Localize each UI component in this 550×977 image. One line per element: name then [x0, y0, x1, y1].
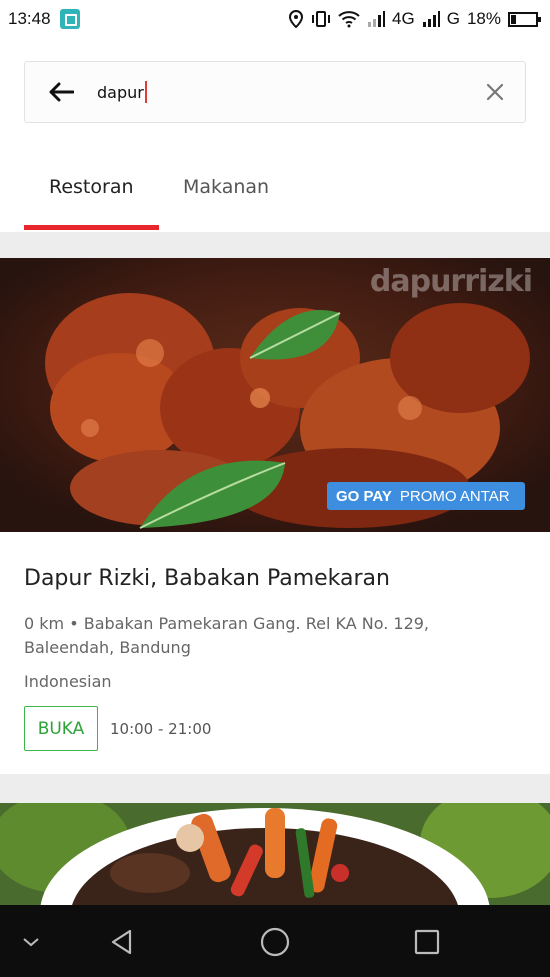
open-status-badge: BUKA	[24, 706, 98, 751]
vibrate-icon	[311, 10, 331, 28]
status-time: 13:48	[8, 9, 51, 28]
opening-hours: 10:00 - 21:00	[110, 720, 212, 738]
status-indicators: 4G G 18%	[288, 9, 542, 29]
signal-icon	[367, 10, 386, 28]
clear-icon[interactable]	[485, 82, 505, 102]
tab-restoran[interactable]: Restoran	[49, 176, 134, 198]
system-nav-bar	[0, 905, 550, 977]
nav-recents-icon[interactable]	[412, 927, 442, 957]
restaurant-card-next[interactable]	[0, 803, 550, 905]
search-query: dapur	[97, 82, 144, 102]
back-arrow-icon[interactable]	[47, 81, 75, 103]
result-tabs: Restoran Makanan	[0, 146, 550, 232]
search-header: dapur	[0, 38, 550, 146]
text-caret	[144, 81, 147, 103]
restaurant-info: Dapur Rizki, Babakan Pamekaran 0 km • Ba…	[0, 532, 550, 774]
location-icon	[288, 10, 304, 28]
network-type-2: G	[446, 9, 460, 28]
tab-makanan[interactable]: Makanan	[183, 176, 269, 198]
wifi-icon	[338, 10, 360, 28]
search-input[interactable]: dapur	[97, 81, 147, 103]
signal-icon	[422, 10, 440, 28]
nav-back-icon[interactable]	[107, 927, 137, 957]
restaurant-card[interactable]: dapurrizki GO PAY PROMO ANTAR Dapur Rizk…	[0, 258, 550, 774]
restaurant-address: 0 km • Babakan Pamekaran Gang. Rel KA No…	[24, 614, 430, 657]
search-box[interactable]: dapur	[24, 61, 526, 123]
screenshot-icon	[59, 9, 80, 29]
network-type-1: 4G	[392, 9, 415, 28]
active-tab-indicator	[24, 225, 159, 230]
nav-collapse-icon[interactable]	[16, 927, 46, 957]
nav-home-icon[interactable]	[260, 927, 290, 957]
gopay-logo: GO PAY	[336, 487, 392, 505]
restaurant-cuisine: Indonesian	[24, 672, 112, 691]
battery-percent: 18%	[466, 9, 501, 28]
restaurant-photo-next	[0, 803, 550, 905]
restaurant-name[interactable]: Dapur Rizki, Babakan Pamekaran	[24, 566, 390, 591]
restaurant-photo: dapurrizki GO PAY PROMO ANTAR	[0, 258, 550, 532]
promo-badge: GO PAY PROMO ANTAR	[327, 482, 525, 510]
photo-watermark: dapurrizki	[369, 264, 533, 299]
battery-icon	[508, 11, 541, 27]
promo-label: PROMO ANTAR	[399, 487, 510, 505]
status-bar: 13:48 4G G 18%	[0, 0, 550, 38]
battery-level	[511, 14, 516, 24]
